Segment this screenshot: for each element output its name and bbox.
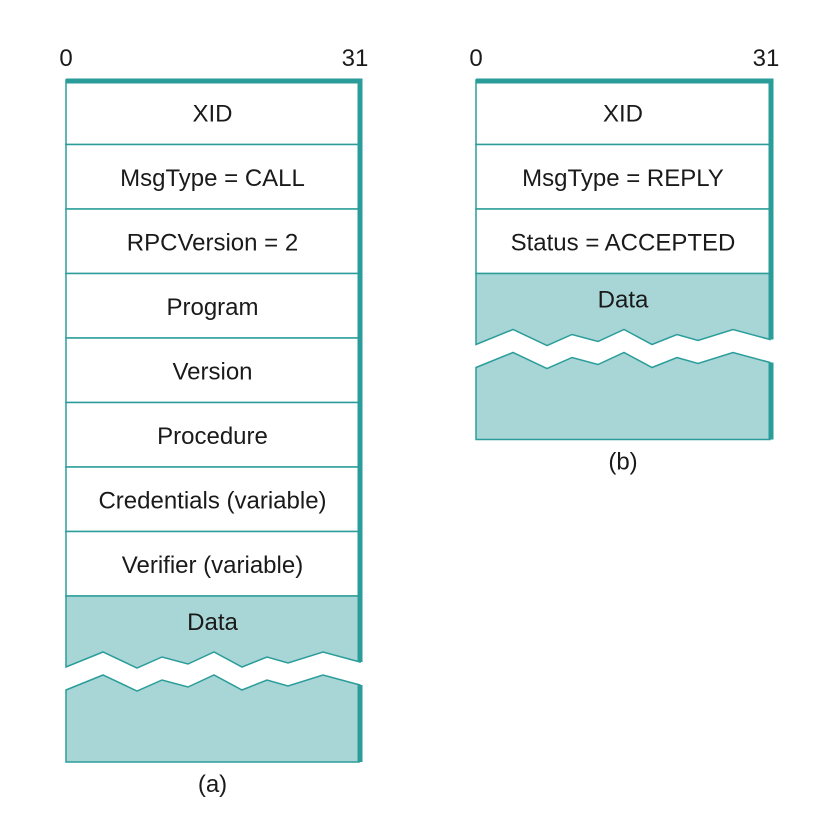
data-label: Data <box>187 609 238 636</box>
caption: (a) <box>198 771 227 798</box>
bit-start-label: 0 <box>469 45 482 72</box>
field-label: Verifier (variable) <box>122 552 303 579</box>
rpc-message-diagram: 0 31 XID MsgType = CALL RPCVersion = 2 Progra… <box>59 45 779 798</box>
reply-message-diagram: 0 31 XID MsgType = REPLY Status = ACCEPTED Da… <box>469 45 779 476</box>
field-label: Procedure <box>157 423 268 450</box>
field-label: MsgType = REPLY <box>522 165 724 192</box>
field-label: Program <box>166 294 258 321</box>
call-message-diagram: 0 31 XID MsgType = CALL RPCVersion = 2 Progra… <box>59 45 368 798</box>
field-label: Status = ACCEPTED <box>511 229 736 256</box>
field-label: RPCVersion = 2 <box>127 229 298 256</box>
field-label: XID <box>603 100 643 127</box>
data-region-lower <box>65 674 361 763</box>
bit-end-label: 31 <box>342 45 369 72</box>
field-label: Version <box>172 358 252 385</box>
bit-end-label: 31 <box>753 45 780 72</box>
data-label: Data <box>598 287 649 314</box>
field-label: XID <box>192 100 232 127</box>
field-label: Credentials (variable) <box>98 487 326 514</box>
data-region-lower <box>475 351 771 441</box>
field-label: MsgType = CALL <box>120 165 305 192</box>
caption: (b) <box>608 449 637 476</box>
bit-start-label: 0 <box>59 45 72 72</box>
